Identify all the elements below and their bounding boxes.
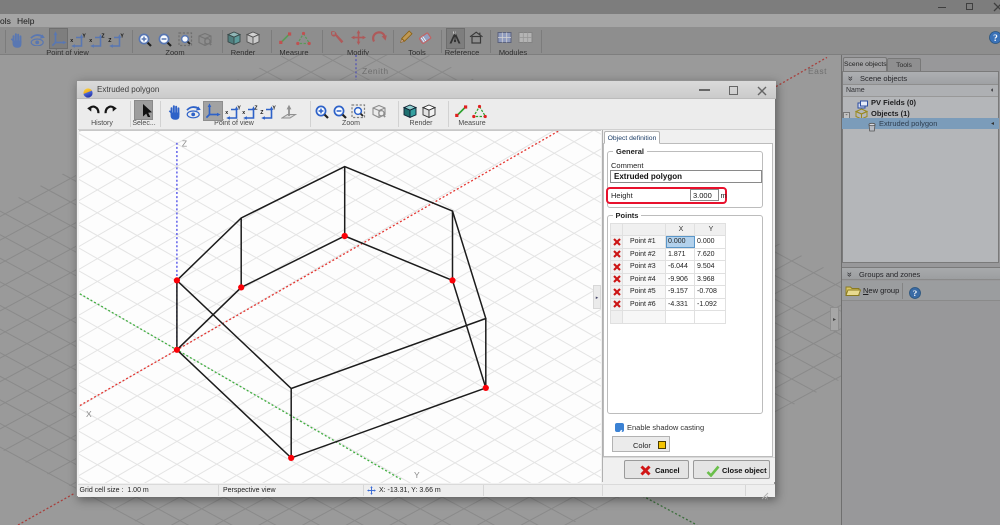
- svg-text:Z: Z: [260, 110, 264, 116]
- svg-text:Z: Z: [101, 34, 105, 40]
- svg-text:Y: Y: [272, 106, 276, 112]
- svg-text:Z: Z: [254, 106, 258, 112]
- svg-text:Z: Z: [108, 38, 112, 44]
- svg-text:x: x: [89, 38, 92, 44]
- svg-text:Y: Y: [414, 470, 420, 480]
- svg-text:x: x: [242, 110, 245, 116]
- svg-text:Z: Z: [182, 139, 187, 149]
- svg-text:Zenith: Zenith: [362, 66, 389, 76]
- svg-text:x: x: [225, 110, 228, 116]
- svg-text:N: N: [453, 30, 456, 35]
- svg-text:Y: Y: [237, 106, 241, 112]
- svg-text:x: x: [70, 38, 73, 44]
- svg-text:East: East: [808, 66, 827, 76]
- svg-text:?: ?: [993, 34, 998, 44]
- svg-text:?: ?: [913, 288, 917, 298]
- svg-text:Y: Y: [82, 34, 86, 40]
- svg-text:X: X: [86, 409, 92, 419]
- svg-text:Y: Y: [120, 34, 124, 40]
